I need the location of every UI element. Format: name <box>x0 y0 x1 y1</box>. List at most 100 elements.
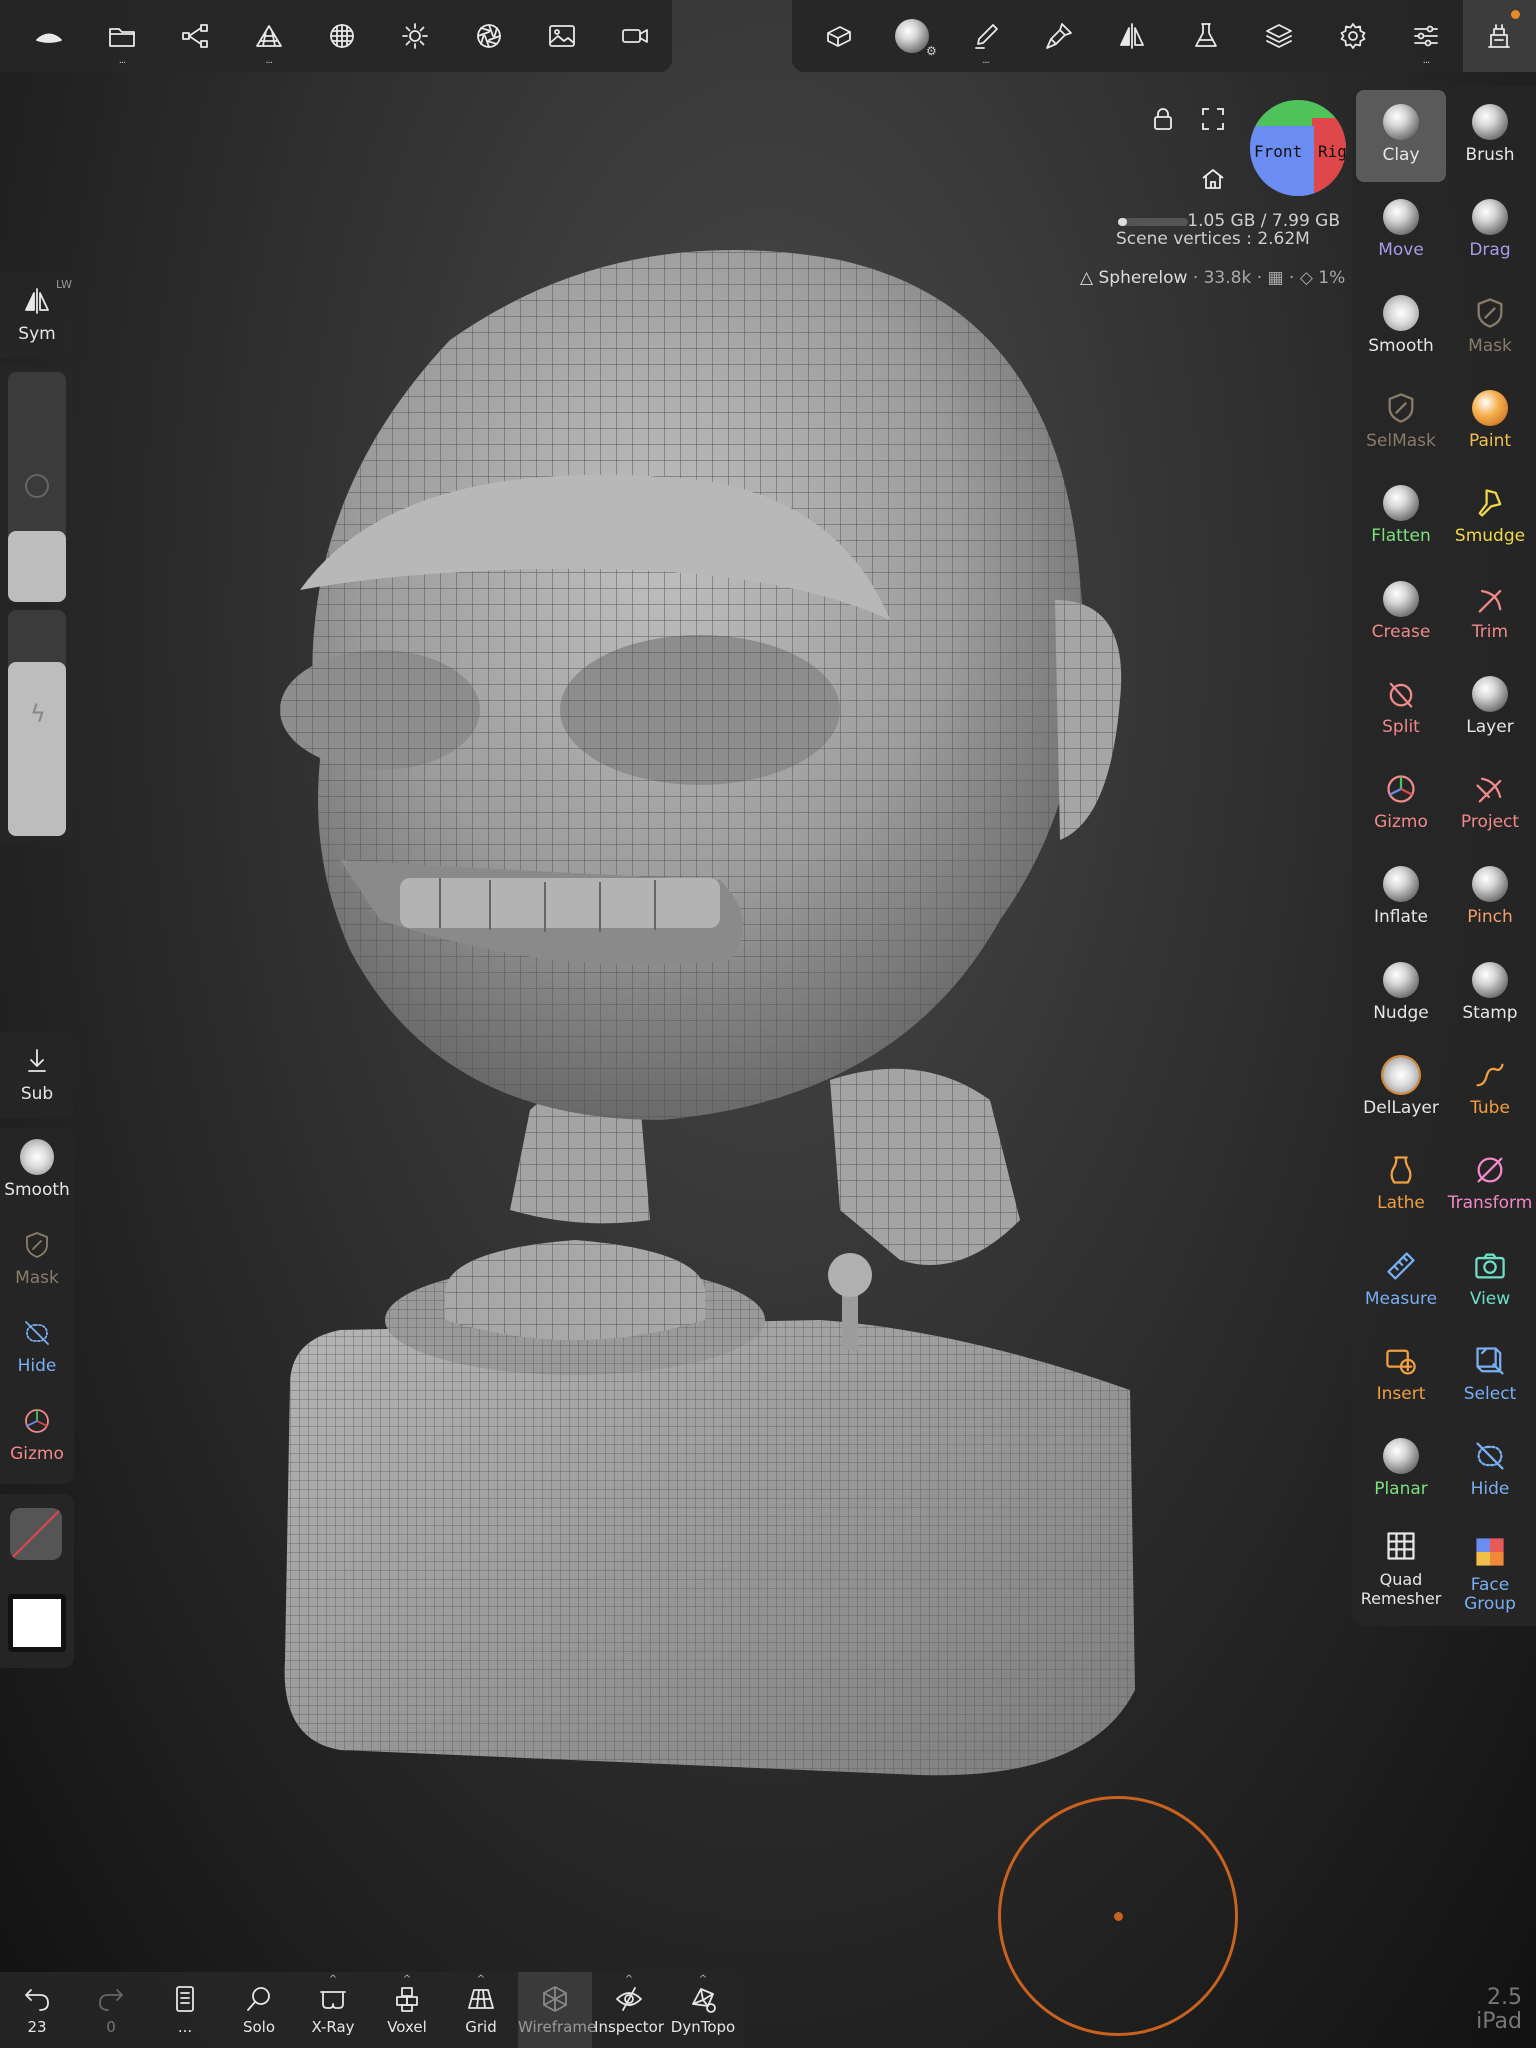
grid-button[interactable]: ^ Grid <box>444 1972 518 2048</box>
material-button[interactable] <box>305 0 378 72</box>
history-button[interactable]: ... <box>148 1972 222 2048</box>
symmetry-button[interactable] <box>1096 0 1169 72</box>
bottom-button-label: Wireframe <box>518 2018 597 2036</box>
flask-button[interactable] <box>1169 0 1242 72</box>
layers-button[interactable] <box>1242 0 1315 72</box>
subdivide-button[interactable]: Sub <box>0 1032 74 1104</box>
tool-brush[interactable]: Brush <box>1445 90 1535 182</box>
tool-quad-remesher[interactable]: Quad Remesher <box>1356 1520 1446 1612</box>
sculpt-model[interactable] <box>200 220 1210 1800</box>
topology-button[interactable]: ... <box>232 0 305 72</box>
tool-dellayer[interactable]: DelLayer <box>1356 1043 1446 1135</box>
lock-view-button[interactable] <box>1150 106 1176 132</box>
interface-sliders-button[interactable]: ... <box>1389 0 1462 72</box>
gizmo-icon <box>1381 769 1421 809</box>
tool-drag[interactable]: Drag <box>1445 185 1535 277</box>
xray-button[interactable]: ^ X-Ray <box>296 1972 370 2048</box>
tool-label: View <box>1469 1288 1511 1309</box>
checker-texture-icon: ▦ <box>1267 268 1284 288</box>
tool-label: Flatten <box>1371 526 1431 547</box>
tool-smooth[interactable]: Smooth <box>1356 281 1446 373</box>
fullscreen-button[interactable] <box>1200 106 1226 132</box>
tool-flatten[interactable]: Flatten <box>1356 471 1446 563</box>
tool-transform[interactable]: Transform <box>1445 1138 1535 1230</box>
camera-button[interactable] <box>452 0 525 72</box>
tool-insert[interactable]: Insert <box>1356 1329 1446 1421</box>
lathe-icon <box>1381 1150 1421 1190</box>
tool-nudge[interactable]: Nudge <box>1356 948 1446 1040</box>
painting-button[interactable] <box>1022 0 1095 72</box>
hide-icon <box>1470 1436 1510 1476</box>
tool-layer[interactable]: Layer <box>1445 662 1535 754</box>
quick-smooth-button[interactable]: Smooth <box>0 1128 74 1216</box>
inspector-button[interactable]: ^ Inspector <box>592 1972 666 2048</box>
brush-stroke-button[interactable]: ... <box>949 0 1022 72</box>
search-icon <box>247 1987 270 2011</box>
voxel-button[interactable]: ^ Voxel <box>370 1972 444 2048</box>
quick-gizmo-button[interactable]: Gizmo <box>0 1392 74 1480</box>
quick-mask-button[interactable]: Mask <box>0 1216 74 1304</box>
intensity-slider[interactable]: ϟ <box>8 610 66 836</box>
settings-button[interactable] <box>1316 0 1389 72</box>
tool-view[interactable]: View <box>1445 1234 1535 1326</box>
tool-move[interactable]: Move <box>1356 185 1446 277</box>
tool-crease[interactable]: Crease <box>1356 567 1446 659</box>
xray-glasses-icon <box>320 1991 346 2009</box>
tool-label: Trim <box>1471 621 1509 642</box>
select-icon <box>1470 1341 1510 1381</box>
record-button[interactable] <box>599 0 672 72</box>
tool-planar[interactable]: Planar <box>1356 1424 1446 1516</box>
paint-icon <box>1470 388 1510 428</box>
wireframe-button[interactable]: Wireframe <box>518 1972 597 2048</box>
tool-split[interactable]: Split <box>1356 662 1446 754</box>
tool-inflate[interactable]: Inflate <box>1356 852 1446 944</box>
redo-button[interactable]: 0 <box>74 1972 148 2048</box>
tool-pinch[interactable]: Pinch <box>1445 852 1535 944</box>
tool-lathe[interactable]: Lathe <box>1356 1138 1446 1230</box>
matcap-button[interactable]: ⚙ <box>875 0 948 72</box>
tool-measure[interactable]: Measure <box>1356 1234 1446 1326</box>
tool-label: Nudge <box>1373 1002 1429 1023</box>
tool-mask[interactable]: Mask <box>1445 281 1535 373</box>
tool-label: Crease <box>1371 621 1431 642</box>
mesh-tools-button[interactable] <box>802 0 875 72</box>
radius-slider[interactable] <box>8 372 66 602</box>
tool-paint[interactable]: Paint <box>1445 376 1535 468</box>
fullscreen-icon <box>1202 108 1224 130</box>
flatten-icon <box>1381 483 1421 523</box>
more-options-caret: ^ <box>698 1974 708 1985</box>
tool-hide[interactable]: Hide <box>1445 1424 1535 1516</box>
object-info[interactable]: △ Spherelow · 33.8k · ▦ · ◇ 1% <box>1080 268 1345 288</box>
solo-button[interactable]: Solo <box>222 1972 296 2048</box>
background-button[interactable] <box>525 0 598 72</box>
color-picker-button[interactable] <box>8 1594 66 1652</box>
tools-panel-button[interactable] <box>1462 0 1536 72</box>
quick-hide-button[interactable]: Hide <box>0 1304 74 1392</box>
undo-button[interactable]: 23 <box>0 1972 74 2048</box>
material-preview-button[interactable] <box>10 1508 62 1560</box>
app-logo-button[interactable] <box>12 0 85 72</box>
files-button[interactable]: ... <box>85 0 158 72</box>
navigation-cube[interactable]: Front Right <box>1250 100 1346 196</box>
tool-clay[interactable]: Clay <box>1356 90 1446 182</box>
brush-sliders-panel: ϟ <box>0 366 74 842</box>
tool-select[interactable]: Select <box>1445 1329 1535 1421</box>
tool-gizmo[interactable]: Gizmo <box>1356 757 1446 849</box>
symmetry-icon <box>1120 23 1145 49</box>
symmetry-badge: LW <box>56 278 72 291</box>
tool-selmask[interactable]: SelMask <box>1356 376 1446 468</box>
settings-gear-icon <box>1340 23 1365 49</box>
scene-button[interactable] <box>159 0 232 72</box>
more-options-caret: ^ <box>624 1974 634 1985</box>
dyntopo-button[interactable]: ^ DynTopo <box>666 1972 740 2048</box>
tool-stamp[interactable]: Stamp <box>1445 948 1535 1040</box>
home-view-button[interactable] <box>1200 166 1226 192</box>
tool-smudge[interactable]: Smudge <box>1445 471 1535 563</box>
tool-tube[interactable]: Tube <box>1445 1043 1535 1135</box>
object-name: Spherelow <box>1098 268 1188 288</box>
tool-project[interactable]: Project <box>1445 757 1535 849</box>
files-more-dots: ... <box>118 55 126 66</box>
lighting-button[interactable] <box>379 0 452 72</box>
tool-face-group[interactable]: Face Group <box>1445 1520 1535 1613</box>
tool-trim[interactable]: Trim <box>1445 567 1535 659</box>
